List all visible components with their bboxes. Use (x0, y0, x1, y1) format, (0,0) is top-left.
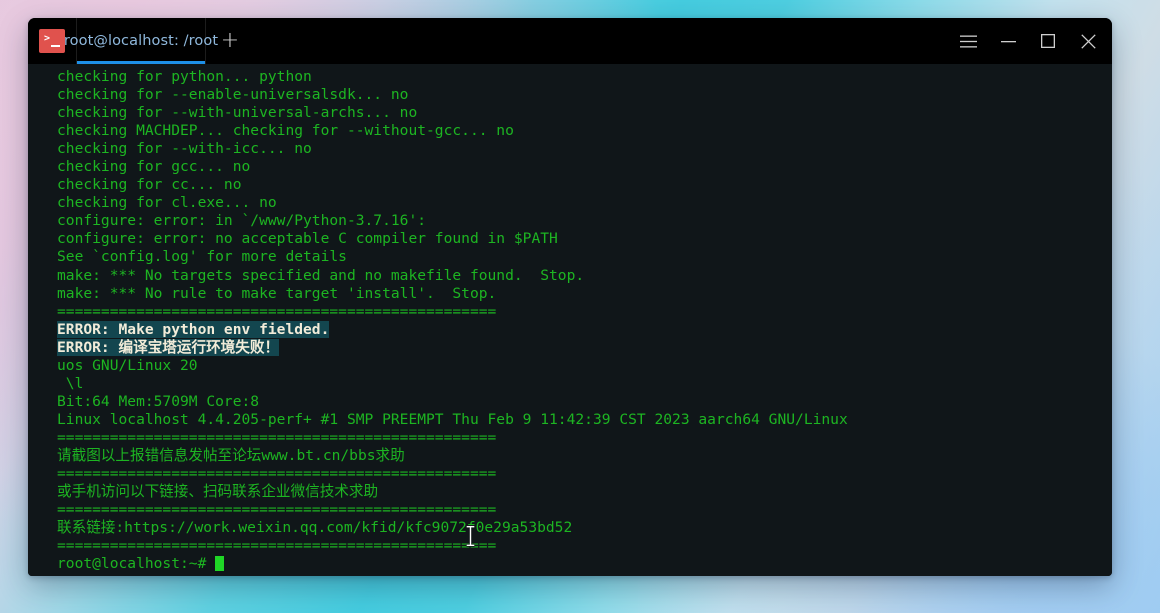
terminal-line: checking for cl.exe... no (57, 194, 277, 212)
tab-label: root@localhost: /root (63, 33, 219, 49)
terminal-prompt-icon: > (39, 29, 65, 53)
maximize-icon[interactable] (1028, 18, 1068, 64)
terminal-line: make: *** No rule to make target 'instal… (57, 284, 497, 302)
terminal-line: make: *** No targets specified and no ma… (57, 266, 585, 284)
terminal-line: ERROR: Make python env fielded. (57, 320, 1112, 339)
terminal-line: checking for --enable-universalsdk... no (57, 86, 409, 104)
terminal-line: root@localhost:~# (57, 555, 1112, 573)
titlebar-drag-area[interactable] (254, 18, 948, 64)
terminal-line: checking MACHDEP... checking for --witho… (57, 122, 514, 140)
tab-root-localhost[interactable]: root@localhost: /root (64, 18, 218, 64)
terminal-line: configure: error: in `/www/Python-3.7.16… (57, 212, 427, 230)
terminal-line: ERROR: 编译宝塔运行环境失败！ (57, 338, 1112, 357)
terminal-screen[interactable]: checking for python... python checking fo… (28, 68, 1112, 573)
selected-text: ERROR: 编译宝塔运行环境失败！ (57, 338, 280, 356)
terminal-line: Bit:64 Mem:5709M Core:8 (57, 392, 260, 410)
terminal-line: configure: error: no acceptable C compil… (57, 230, 558, 248)
terminal-line: \l (57, 374, 84, 392)
terminal-cursor (215, 556, 225, 572)
prompt-chevron-glyph: > (44, 33, 51, 44)
minimize-icon[interactable] (988, 18, 1028, 64)
terminal-body[interactable]: checking for python... python checking fo… (28, 64, 1112, 576)
window-controls (948, 18, 1112, 64)
terminal-line: 联系链接:https://work.weixin.qq.com/kfid/kfc… (57, 519, 573, 537)
terminal-line: ========================================… (57, 465, 497, 483)
terminal-line: checking for cc... no (57, 176, 242, 194)
terminal-line: ========================================… (57, 428, 497, 446)
prompt-underscore-glyph (51, 45, 60, 47)
terminal-line: checking for --with-icc... no (57, 140, 312, 158)
terminal-line: See `config.log' for more details (57, 248, 347, 266)
terminal-line: Linux localhost 4.4.205-perf+ #1 SMP PRE… (57, 410, 848, 428)
terminal-line: ========================================… (57, 302, 497, 320)
close-icon[interactable] (1068, 18, 1108, 64)
terminal-line: 或手机访问以下链接、扫码联系企业微信技术求助 (57, 483, 379, 501)
tab-strip: root@localhost: /root (64, 18, 218, 64)
terminal-line: checking for gcc... no (57, 158, 251, 176)
window-titlebar[interactable]: > root@localhost: /root + (28, 18, 1112, 64)
terminal-line: 请截图以上报错信息发帖至论坛www.bt.cn/bbs求助 (57, 446, 405, 464)
selected-text: ERROR: Make python env fielded. (57, 320, 330, 338)
terminal-line: checking for python... python (57, 68, 312, 85)
terminal-line: checking for --with-universal-archs... n… (57, 104, 418, 122)
terminal-line: uos GNU/Linux 20 (57, 356, 198, 374)
terminal-line: ========================================… (57, 501, 497, 519)
terminal-line: ========================================… (57, 537, 497, 555)
hamburger-menu-icon[interactable] (948, 18, 988, 64)
terminal-window: > root@localhost: /root + checking for p… (28, 18, 1112, 576)
